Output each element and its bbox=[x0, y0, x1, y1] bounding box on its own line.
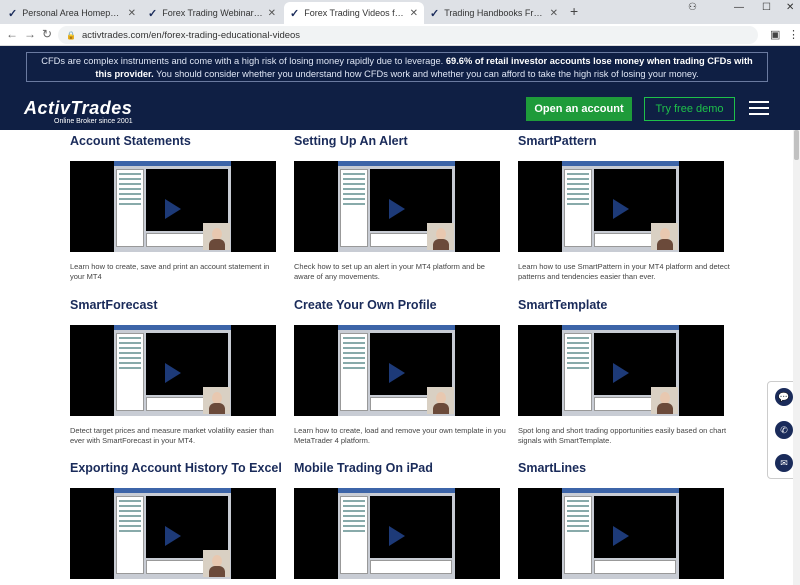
video-thumbnail[interactable] bbox=[294, 325, 500, 416]
scrollbar[interactable] bbox=[793, 130, 800, 585]
video-description: Learn how to create, load and remove you… bbox=[294, 426, 506, 445]
video-card[interactable]: SmartLines bbox=[518, 461, 728, 579]
tab-label: Trading Handbooks Free Downlo bbox=[444, 8, 545, 18]
video-title[interactable]: SmartPattern bbox=[518, 134, 728, 148]
browser-tab-bar: ✓ Personal Area Homepage ✕ ✓ Forex Tradi… bbox=[0, 0, 800, 24]
video-thumbnail[interactable] bbox=[518, 488, 724, 579]
video-title[interactable]: Mobile Trading On iPad bbox=[294, 461, 504, 475]
close-icon[interactable]: ✕ bbox=[128, 8, 136, 19]
check-icon: ✓ bbox=[8, 7, 18, 20]
video-thumbnail[interactable] bbox=[518, 325, 724, 416]
play-icon[interactable] bbox=[165, 363, 181, 383]
risk-warning: CFDs are complex instruments and come wi… bbox=[26, 52, 768, 82]
browser-tab-2[interactable]: ✓ Forex Trading Webinars | ActivTra ✕ bbox=[142, 2, 282, 24]
video-title[interactable]: SmartLines bbox=[518, 461, 728, 475]
close-window-icon[interactable]: ✕ bbox=[786, 2, 794, 13]
play-icon[interactable] bbox=[389, 526, 405, 546]
risk-text: CFDs are complex instruments and come wi… bbox=[41, 56, 444, 66]
close-icon[interactable]: ✕ bbox=[410, 8, 418, 19]
video-card[interactable]: SmartForecast Detect target prices and m… bbox=[70, 298, 280, 445]
play-icon[interactable] bbox=[613, 199, 629, 219]
video-thumbnail[interactable] bbox=[518, 161, 724, 252]
url-text: activtrades.com/en/forex-trading-educati… bbox=[81, 29, 301, 41]
video-description: Check how to set up an alert in your MT4… bbox=[294, 262, 485, 281]
forward-icon[interactable]: → bbox=[24, 27, 36, 41]
chat-icon[interactable]: 💬 bbox=[775, 388, 793, 406]
close-icon[interactable]: ✕ bbox=[268, 8, 276, 19]
new-tab-button[interactable]: + bbox=[570, 3, 578, 19]
presenter-image bbox=[427, 223, 454, 250]
presenter-image bbox=[203, 550, 230, 577]
presenter-image bbox=[427, 387, 454, 414]
menu-icon[interactable]: ⋮ bbox=[788, 28, 799, 41]
tab-label: Forex Trading Webinars | ActivTra bbox=[162, 8, 263, 18]
video-thumbnail[interactable] bbox=[294, 161, 500, 252]
video-thumbnail[interactable] bbox=[294, 488, 500, 579]
video-card[interactable]: SmartPattern Learn how to use SmartPatte… bbox=[518, 134, 730, 281]
play-icon[interactable] bbox=[613, 363, 629, 383]
browser-tab-3[interactable]: ✓ Forex Trading Videos for MT4 an ✕ bbox=[284, 2, 424, 24]
reload-icon[interactable]: ↻ bbox=[42, 27, 52, 41]
tab-label: Forex Trading Videos for MT4 an bbox=[304, 8, 405, 18]
video-grid: Account Statements Learn how to create, … bbox=[0, 130, 800, 585]
free-demo-button[interactable]: Try free demo bbox=[644, 97, 735, 121]
browser-tab-1[interactable]: ✓ Personal Area Homepage ✕ bbox=[2, 2, 142, 24]
video-card[interactable]: SmartTemplate Spot long and short tradin… bbox=[518, 298, 728, 445]
url-field[interactable]: 🔒 activtrades.com/en/forex-trading-educa… bbox=[58, 26, 758, 44]
video-title[interactable]: Create Your Own Profile bbox=[294, 298, 504, 312]
video-description: Learn how to create, save and print an a… bbox=[70, 262, 270, 281]
check-icon: ✓ bbox=[430, 7, 440, 20]
risk-text-2: You should consider whether you understa… bbox=[156, 68, 699, 79]
play-icon[interactable] bbox=[389, 363, 405, 383]
browser-tab-4[interactable]: ✓ Trading Handbooks Free Downlo ✕ bbox=[424, 2, 564, 24]
hamburger-menu-icon[interactable] bbox=[749, 101, 769, 115]
profile-icon[interactable]: ⚇ bbox=[688, 2, 697, 13]
video-description: Spot long and short trading opportunitie… bbox=[518, 426, 727, 445]
video-description: Learn how to use SmartPattern in your MT… bbox=[518, 262, 730, 281]
video-title[interactable]: Account Statements bbox=[70, 134, 280, 148]
video-title[interactable]: Setting Up An Alert bbox=[294, 134, 504, 148]
address-bar-row: ← → ↻ 🔒 activtrades.com/en/forex-trading… bbox=[0, 24, 800, 46]
video-card[interactable]: Account Statements Learn how to create, … bbox=[70, 134, 280, 281]
video-title[interactable]: SmartTemplate bbox=[518, 298, 728, 312]
check-icon: ✓ bbox=[290, 7, 300, 20]
tab-label: Personal Area Homepage bbox=[22, 8, 124, 18]
check-icon: ✓ bbox=[148, 7, 158, 20]
extension-icon[interactable]: ▣ bbox=[770, 28, 780, 41]
video-card[interactable]: Exporting Account History To Excel bbox=[70, 461, 282, 579]
presenter-image bbox=[203, 387, 230, 414]
play-icon[interactable] bbox=[165, 199, 181, 219]
close-icon[interactable]: ✕ bbox=[550, 8, 558, 19]
video-title[interactable]: SmartForecast bbox=[70, 298, 280, 312]
presenter-image bbox=[651, 387, 678, 414]
video-card[interactable]: Mobile Trading On iPad bbox=[294, 461, 504, 579]
minimize-icon[interactable]: — bbox=[734, 2, 744, 13]
mail-icon[interactable]: ✉ bbox=[775, 454, 793, 472]
logo-tagline: Online Broker since 2001 bbox=[54, 118, 133, 125]
open-account-button[interactable]: Open an account bbox=[526, 97, 632, 121]
video-thumbnail[interactable] bbox=[70, 325, 276, 416]
video-card[interactable]: Create Your Own Profile Learn how to cre… bbox=[294, 298, 506, 445]
presenter-image bbox=[651, 223, 678, 250]
maximize-icon[interactable]: ☐ bbox=[762, 2, 771, 13]
video-card[interactable]: Setting Up An Alert Check how to set up … bbox=[294, 134, 504, 281]
activtrades-logo[interactable]: ActivTrades Online Broker since 2001 bbox=[24, 98, 133, 125]
play-icon[interactable] bbox=[389, 199, 405, 219]
video-thumbnail[interactable] bbox=[70, 488, 276, 579]
video-title[interactable]: Exporting Account History To Excel bbox=[70, 461, 282, 475]
video-thumbnail[interactable] bbox=[70, 161, 276, 252]
video-description: Detect target prices and measure market … bbox=[70, 426, 274, 445]
back-icon[interactable]: ← bbox=[6, 27, 18, 41]
play-icon[interactable] bbox=[165, 526, 181, 546]
play-icon[interactable] bbox=[613, 526, 629, 546]
scrollbar-thumb[interactable] bbox=[794, 130, 799, 160]
presenter-image bbox=[203, 223, 230, 250]
phone-icon[interactable]: ✆ bbox=[775, 421, 793, 439]
logo-name: ActivTrades bbox=[24, 98, 133, 118]
lock-icon: 🔒 bbox=[66, 30, 76, 40]
